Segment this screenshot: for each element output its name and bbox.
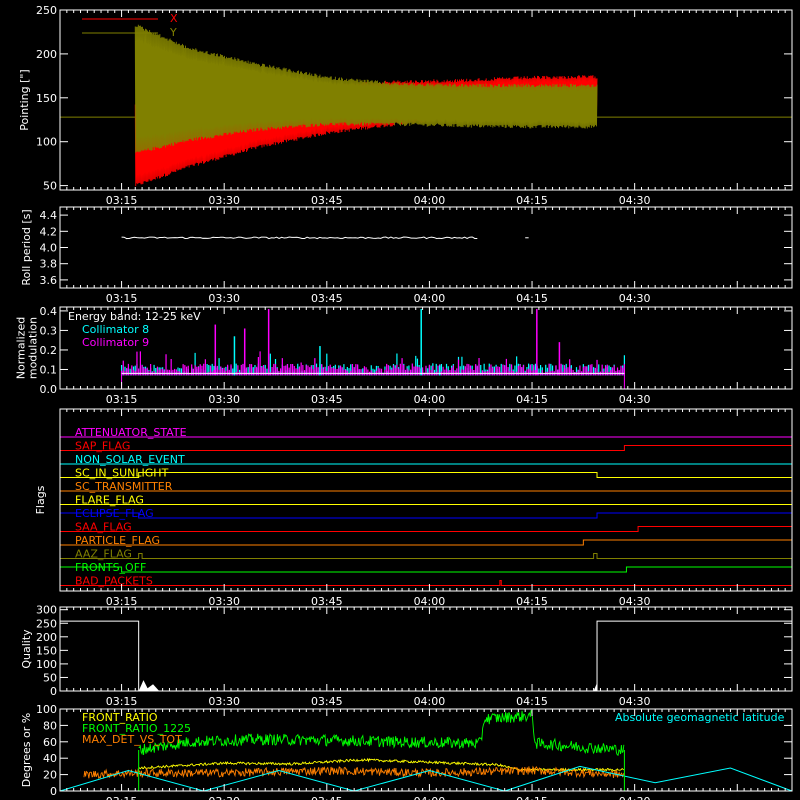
time-tick-label: 04:15 (516, 194, 548, 207)
flag-label-attenuator_state: ATTENUATOR_STATE (75, 426, 187, 439)
time-tick-label: 03:15 (106, 292, 138, 305)
time-tick-label: 04:15 (516, 292, 548, 305)
flag-label-fronts_off: FRONTS_OFF (75, 561, 146, 574)
modulation-ylabel-line: Normalized (15, 317, 28, 379)
time-tick-label: 04:30 (619, 393, 651, 406)
flag-label-aaz_flag: AAZ_FLAG (75, 548, 132, 561)
flag-label-eclipse_flag: ECLIPSE_FLAG (75, 507, 154, 520)
time-tick-label: 03:15 (106, 695, 138, 708)
quality-y-tick-label: 150 (36, 644, 57, 657)
time-tick-label: 04:00 (414, 194, 446, 207)
quality-y-tick-label: 200 (36, 631, 57, 644)
quality-y-tick-label: 300 (36, 604, 57, 617)
ratios-ylabel: Degrees or % (20, 713, 33, 787)
time-tick-label: 03:15 (106, 393, 138, 406)
time-tick-label: 03:30 (208, 393, 240, 406)
roll-y-tick-label: 3.6 (40, 274, 58, 287)
time-tick-label: 04:30 (619, 795, 651, 800)
time-tick-label: 03:45 (311, 595, 343, 608)
modulation-ylabel: Normalizedmodulation (15, 317, 40, 379)
time-tick-label: 04:15 (516, 695, 548, 708)
pointing-y-tick-label: 200 (36, 48, 57, 61)
flag-label-sc_in_sunlight: SC_IN_SUNLIGHT (75, 467, 169, 480)
flags-ylabel: Flags (34, 485, 47, 514)
pointing-y-tick-label: 100 (36, 136, 57, 149)
time-tick-label: 03:15 (106, 595, 138, 608)
roll-y-tick-label: 4.0 (40, 242, 58, 255)
ratios-legend-geomag: Absolute geomagnetic latitude (615, 711, 785, 724)
ratios-y-tick-label: 40 (43, 752, 57, 765)
legend-label-x: X (170, 12, 178, 25)
time-tick-label: 03:30 (208, 292, 240, 305)
time-tick-label: 03:45 (311, 393, 343, 406)
time-tick-label: 03:45 (311, 795, 343, 800)
legend-label-y: Y (169, 26, 177, 39)
flag-label-sc_transmitter: SC_TRANSMITTER (75, 480, 173, 493)
quality-ylabel: Quality (20, 629, 33, 669)
ratios-y-tick-label: 0 (50, 785, 57, 798)
time-tick-label: 04:00 (414, 393, 446, 406)
time-tick-label: 03:30 (208, 695, 240, 708)
modulation-legend-c8: Collimator 8 (82, 323, 149, 336)
time-tick-label: 03:45 (311, 194, 343, 207)
pointing-y-tick-label: 250 (36, 4, 57, 17)
time-tick-label: 03:30 (208, 595, 240, 608)
roll-y-tick-label: 4.2 (40, 225, 58, 238)
pointing-y-tick-label: 50 (43, 180, 57, 193)
modulation-y-tick-label: 0.4 (40, 305, 58, 318)
flag-label-sap_flag: SAP_FLAG (75, 440, 130, 453)
flag-label-particle_flag: PARTICLE_FLAG (75, 534, 160, 547)
time-tick-label: 03:15 (106, 194, 138, 207)
pointing-ylabel: Pointing ["] (18, 69, 31, 130)
quality-y-tick-label: 100 (36, 658, 57, 671)
time-tick-label: 04:15 (516, 393, 548, 406)
time-tick-label: 04:00 (414, 292, 446, 305)
roll-y-tick-label: 4.4 (40, 209, 58, 222)
quality-y-tick-label: 0 (50, 685, 57, 698)
ratios-y-tick-label: 60 (43, 736, 57, 749)
ratios-legend-max-det: MAX_DET_VS_TOT (82, 733, 182, 746)
ratios-y-tick-label: 100 (36, 703, 57, 716)
time-tick-label: 04:30 (619, 292, 651, 305)
time-tick-label: 03:45 (311, 695, 343, 708)
time-tick-label: 03:15 (106, 795, 138, 800)
modulation-y-tick-label: 0.1 (40, 363, 58, 376)
time-tick-label: 04:30 (619, 595, 651, 608)
hessi-quicklook-figure: 5010015020025003:15 03:30 03:45 04:00 04:15 0… (0, 0, 800, 800)
quality-y-tick-label: 50 (43, 671, 57, 684)
ratios-y-tick-label: 80 (43, 719, 57, 732)
roll-ylabel: Roll period [s] (20, 209, 33, 285)
flag-label-saa_flag: SAA_FLAG (75, 521, 132, 534)
modulation-legend-title: Energy band: 12-25 keV (68, 310, 201, 323)
time-tick-label: 03:45 (311, 292, 343, 305)
quality-y-tick-label: 250 (36, 617, 57, 630)
modulation-y-tick-label: 0.2 (40, 344, 58, 357)
time-tick-label: 04:00 (414, 695, 446, 708)
modulation-ylabel-line: modulation (27, 317, 40, 379)
flag-label-non_solar_event: NON_SOLAR_EVENT (75, 453, 185, 466)
time-tick-label: 04:00 (414, 795, 446, 800)
flag-label-flare_flag: FLARE_FLAG (75, 494, 144, 507)
time-tick-label: 04:00 (414, 595, 446, 608)
time-tick-label: 03:30 (208, 194, 240, 207)
time-tick-label: 04:15 (516, 795, 548, 800)
modulation-y-tick-label: 0.3 (40, 324, 58, 337)
modulation-legend-c9: Collimator 9 (82, 336, 149, 349)
time-tick-label: 04:15 (516, 595, 548, 608)
time-tick-label: 04:30 (619, 194, 651, 207)
time-tick-label: 04:30 (619, 695, 651, 708)
flag-label-bad_packets: BAD_PACKETS (75, 575, 153, 588)
modulation-y-tick-label: 0.0 (40, 383, 58, 396)
roll-y-tick-label: 3.8 (40, 258, 58, 271)
time-tick-label: 03:30 (208, 795, 240, 800)
pointing-y-tick-label: 150 (36, 92, 57, 105)
ratios-y-tick-label: 20 (43, 769, 57, 782)
